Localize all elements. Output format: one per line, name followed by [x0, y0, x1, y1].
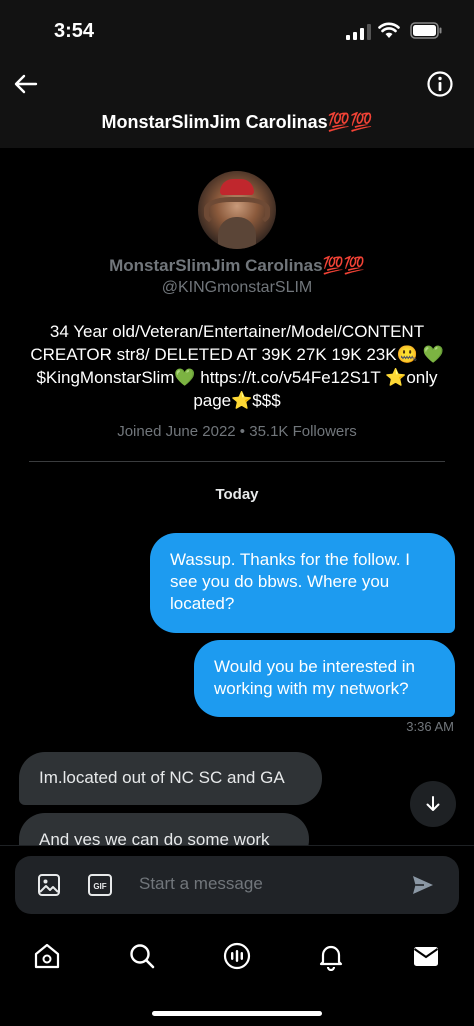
- info-icon[interactable]: [426, 70, 454, 98]
- status-time: 3:54: [54, 20, 95, 42]
- message-bubble-outgoing[interactable]: Would you be interested in working with …: [194, 640, 455, 717]
- bottom-tab-bar: [0, 925, 474, 1026]
- battery-icon: [410, 22, 442, 39]
- message-composer: GIF Start a message: [15, 856, 459, 914]
- messages-icon[interactable]: [411, 941, 441, 971]
- scroll-to-bottom-button[interactable]: [410, 781, 456, 827]
- profile-bio: 34 Year old/Veteran/Entertainer/Model/CO…: [30, 322, 444, 410]
- avatar[interactable]: [198, 171, 276, 249]
- search-icon[interactable]: [127, 941, 157, 971]
- send-icon[interactable]: [411, 873, 435, 897]
- gif-icon[interactable]: GIF: [88, 874, 112, 896]
- message-input[interactable]: Start a message: [139, 874, 263, 894]
- home-indicator: [152, 1011, 322, 1016]
- wifi-icon: [378, 22, 400, 38]
- profile-display-name[interactable]: MonstarSlimJim Carolinas💯💯: [0, 256, 474, 276]
- conversation-header: MonstarSlimJim Carolinas💯💯: [0, 60, 474, 148]
- divider: [29, 461, 445, 462]
- message-bubble-incoming[interactable]: Im.located out of NC SC and GA: [19, 752, 322, 805]
- arrow-down-icon: [426, 796, 440, 811]
- spaces-icon[interactable]: [222, 941, 252, 971]
- home-icon[interactable]: [32, 941, 62, 971]
- cellular-signal-icon: [346, 24, 371, 40]
- gif-label: GIF: [93, 882, 106, 891]
- message-timestamp: 3:36 AM: [406, 719, 454, 734]
- notifications-icon[interactable]: [316, 941, 346, 971]
- header-title[interactable]: MonstarSlimJim Carolinas💯💯: [0, 112, 474, 133]
- arrow-left-icon[interactable]: [12, 70, 40, 98]
- date-label: Today: [215, 486, 259, 503]
- image-icon[interactable]: [37, 873, 61, 897]
- status-bar: 3:54: [0, 0, 474, 60]
- profile-handle[interactable]: @KINGmonstarSLIM: [0, 279, 474, 297]
- message-bubble-outgoing[interactable]: Wassup. Thanks for the follow. I see you…: [150, 533, 455, 633]
- profile-meta: Joined June 2022 • 35.1K Followers: [117, 423, 357, 440]
